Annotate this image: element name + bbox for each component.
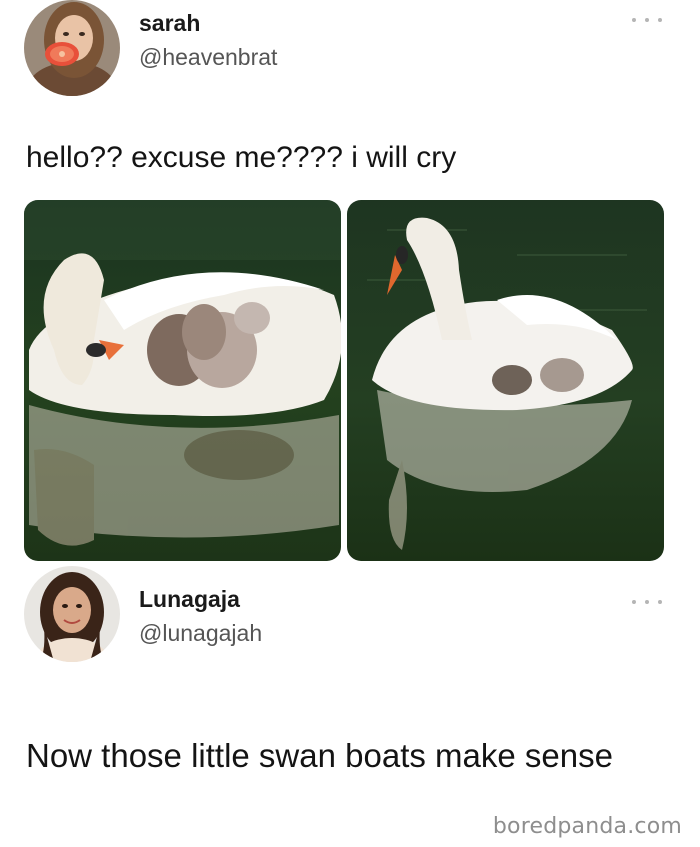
tweet-photo-swan-on-water[interactable] [347,200,664,561]
tweet-text: hello?? excuse me???? i will cry [26,141,457,174]
more-horizontal-icon[interactable] [632,14,662,26]
author-handle[interactable]: @lunagajah [139,620,262,647]
avatar[interactable] [24,566,120,662]
more-horizontal-icon[interactable] [632,596,662,608]
author-display-name[interactable]: sarah [139,10,200,37]
avatar[interactable] [24,0,120,96]
tweet-text: Now those little swan boats make sense [26,737,613,774]
author-handle[interactable]: @heavenbrat [139,44,277,71]
tweet-photo-swan-cygnets-closeup[interactable] [24,200,341,561]
author-display-name[interactable]: Lunagaja [139,586,240,613]
site-watermark: boredpanda.com [492,814,682,839]
